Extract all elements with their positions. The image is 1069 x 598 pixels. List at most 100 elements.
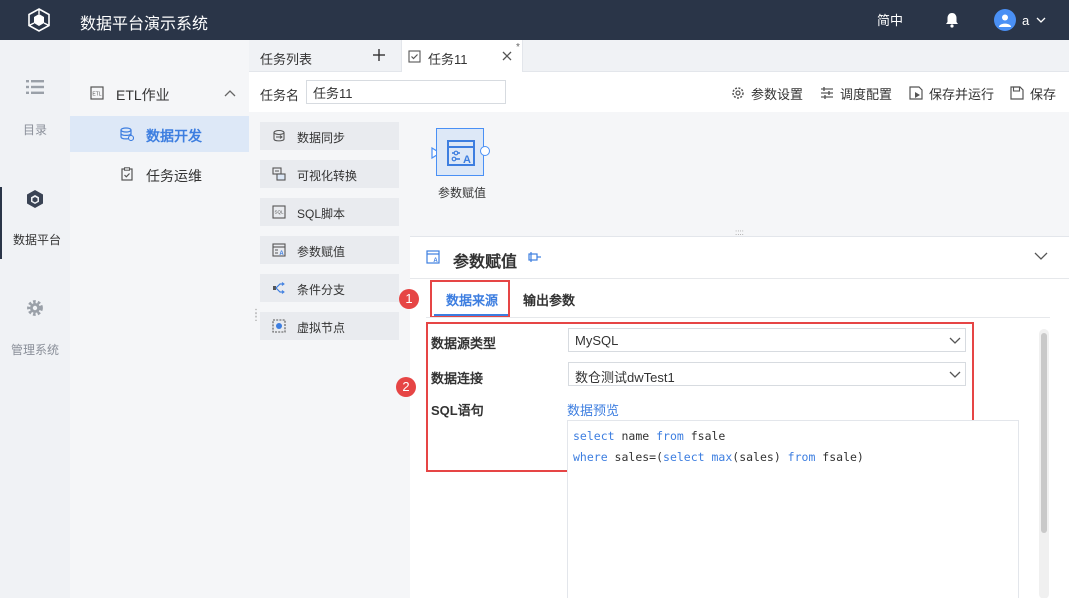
component-label: 条件分支 — [297, 283, 346, 297]
tab-task11[interactable]: 任务11 * — [401, 40, 523, 72]
datasource-type-label: 数据源类型 — [431, 336, 497, 351]
svg-text:A: A — [463, 154, 471, 166]
app-logo-icon[interactable] — [26, 7, 52, 33]
sql-keyword: where — [573, 450, 608, 464]
sql-text: fsale — [683, 429, 726, 443]
panel-title: 参数赋值 — [453, 254, 518, 271]
user-name: a — [1022, 12, 1030, 28]
tabs-divider — [426, 317, 1050, 318]
save-icon — [1010, 86, 1024, 100]
plus-icon[interactable] — [371, 47, 387, 63]
panel-header-divider — [410, 278, 1069, 279]
user-icon — [999, 14, 1011, 27]
nav-item-label: 数据开发 — [146, 128, 202, 144]
sql-editor[interactable]: select name from fsale where sales=( sele… — [567, 420, 1019, 598]
flow-node-param-assign[interactable]: A — [436, 128, 484, 176]
annotation-marker-1: 1 — [399, 289, 419, 309]
rail-item-label: 数据平台 — [12, 233, 61, 247]
main-rail: 目录 数据平台 管理系统 — [0, 40, 70, 598]
tabs-bar: 任务列表 任务11 * — [249, 40, 1069, 72]
rail-item-data-platform[interactable]: 数据平台 — [0, 187, 70, 259]
user-menu[interactable]: a — [994, 9, 1047, 31]
nav-item-data-dev[interactable]: 数据开发 — [70, 116, 249, 152]
sql-text: name — [614, 429, 657, 443]
component-data-sync[interactable]: 数据同步 — [260, 122, 399, 150]
properties-panel: A 参数赋值 1 数据来源 输出参数 2 数据源类型 MySQL 数据连接 数仓… — [396, 236, 1069, 598]
svg-text:ETL: ETL — [92, 92, 101, 98]
gear-icon — [27, 300, 43, 316]
component-visual-transform[interactable]: 可视化转换 — [260, 160, 399, 188]
sql-keyword: select — [573, 429, 615, 443]
tab-output-params[interactable]: 输出参数 — [523, 290, 575, 309]
visual-transform-icon — [272, 167, 286, 181]
settings-icon — [732, 87, 744, 99]
params-settings-label: 参数设置 — [751, 86, 804, 102]
save-run-icon — [909, 86, 923, 100]
component-param-assign[interactable]: A 参数赋值 — [260, 236, 399, 264]
clipboard-icon — [121, 167, 133, 181]
component-label: 虚拟节点 — [297, 321, 346, 335]
params-settings-button[interactable]: 参数设置 — [731, 84, 803, 102]
connection-select[interactable]: 数仓测试dwTest1 — [568, 362, 966, 386]
data-sync-icon — [273, 129, 285, 142]
component-sql-script[interactable]: SQL SQL脚本 — [260, 198, 399, 226]
param-assign-node-icon: A — [447, 140, 475, 166]
sql-text: fsale) — [815, 450, 864, 464]
component-label: SQL脚本 — [297, 207, 346, 221]
nav-item-task-ops[interactable]: 任务运维 — [70, 156, 249, 192]
node-output-port[interactable] — [480, 146, 490, 156]
sql-label: SQL语句 — [431, 403, 484, 418]
scrollbar-thumb[interactable] — [1041, 333, 1047, 533]
sql-script-icon: SQL — [272, 205, 286, 219]
connection-value: 数仓测试dwTest1 — [575, 370, 675, 385]
rail-item-label: 管理系统 — [10, 343, 59, 357]
schedule-config-button[interactable]: 调度配置 — [820, 84, 892, 102]
nav-group-etl[interactable]: ETL ETL作业 — [70, 78, 249, 108]
app-title: 数据平台演示系统 — [80, 16, 209, 33]
save-button[interactable]: 保存 — [1010, 84, 1056, 102]
sql-keyword: from — [787, 450, 816, 464]
panel-scrollbar[interactable] — [1039, 329, 1049, 598]
chevron-down-icon[interactable] — [1034, 251, 1048, 261]
task-toolbar: 任务名 参数设置 调度配置 保存并运行 保存 — [249, 72, 1069, 112]
nav-group-label: ETL作业 — [116, 87, 170, 103]
param-assign-icon: A — [426, 250, 440, 264]
language-switch[interactable]: 简中 — [877, 10, 903, 29]
component-palette: 数据同步 可视化转换 SQL SQL脚本 A 参数赋值 条件分支 虚拟节点 — [249, 112, 410, 598]
svg-text:A: A — [433, 258, 438, 264]
chevron-up-icon[interactable] — [224, 88, 236, 98]
component-label: 参数赋值 — [297, 245, 346, 259]
sql-line-1: select name from fsale — [573, 429, 725, 443]
task-list-title[interactable]: 任务列表 — [260, 49, 312, 68]
flow-canvas[interactable]: A 参数赋值 :::: — [410, 112, 1069, 237]
palette-resize-handle[interactable]: ⋮ ⋮ — [251, 309, 261, 323]
avatar[interactable] — [994, 9, 1016, 31]
annotation-marker-2: 2 — [396, 377, 416, 397]
active-tab-underline — [434, 314, 508, 316]
pin-icon[interactable] — [528, 251, 542, 263]
data-preview-link[interactable]: 数据预览 — [567, 400, 619, 419]
schedule-config-label: 调度配置 — [840, 86, 893, 102]
param-assign-icon: A — [272, 243, 286, 257]
component-condition-branch[interactable]: 条件分支 — [260, 274, 399, 302]
list-icon — [26, 80, 44, 94]
tab-data-source[interactable]: 数据来源 — [446, 290, 498, 309]
rail-item-management[interactable]: 管理系统 — [0, 298, 70, 378]
component-virtual-node[interactable]: 虚拟节点 — [260, 312, 399, 340]
rail-item-catalog[interactable]: 目录 — [0, 77, 70, 157]
task-name-input[interactable] — [306, 80, 506, 104]
flow-node-label: 参数赋值 — [438, 186, 487, 200]
chevron-down-icon — [1036, 17, 1046, 23]
sliders-icon — [821, 87, 833, 99]
save-and-run-button[interactable]: 保存并运行 — [909, 84, 994, 102]
platform-cube-icon — [27, 190, 43, 208]
sql-text: sales=( — [607, 450, 664, 464]
datasource-type-select[interactable]: MySQL — [568, 328, 966, 352]
bell-icon[interactable] — [943, 11, 961, 29]
save-label: 保存 — [1030, 86, 1057, 102]
sql-text: (sales) — [732, 450, 788, 464]
component-label: 数据同步 — [297, 131, 346, 145]
close-icon[interactable] — [502, 51, 512, 61]
database-icon — [120, 127, 134, 141]
